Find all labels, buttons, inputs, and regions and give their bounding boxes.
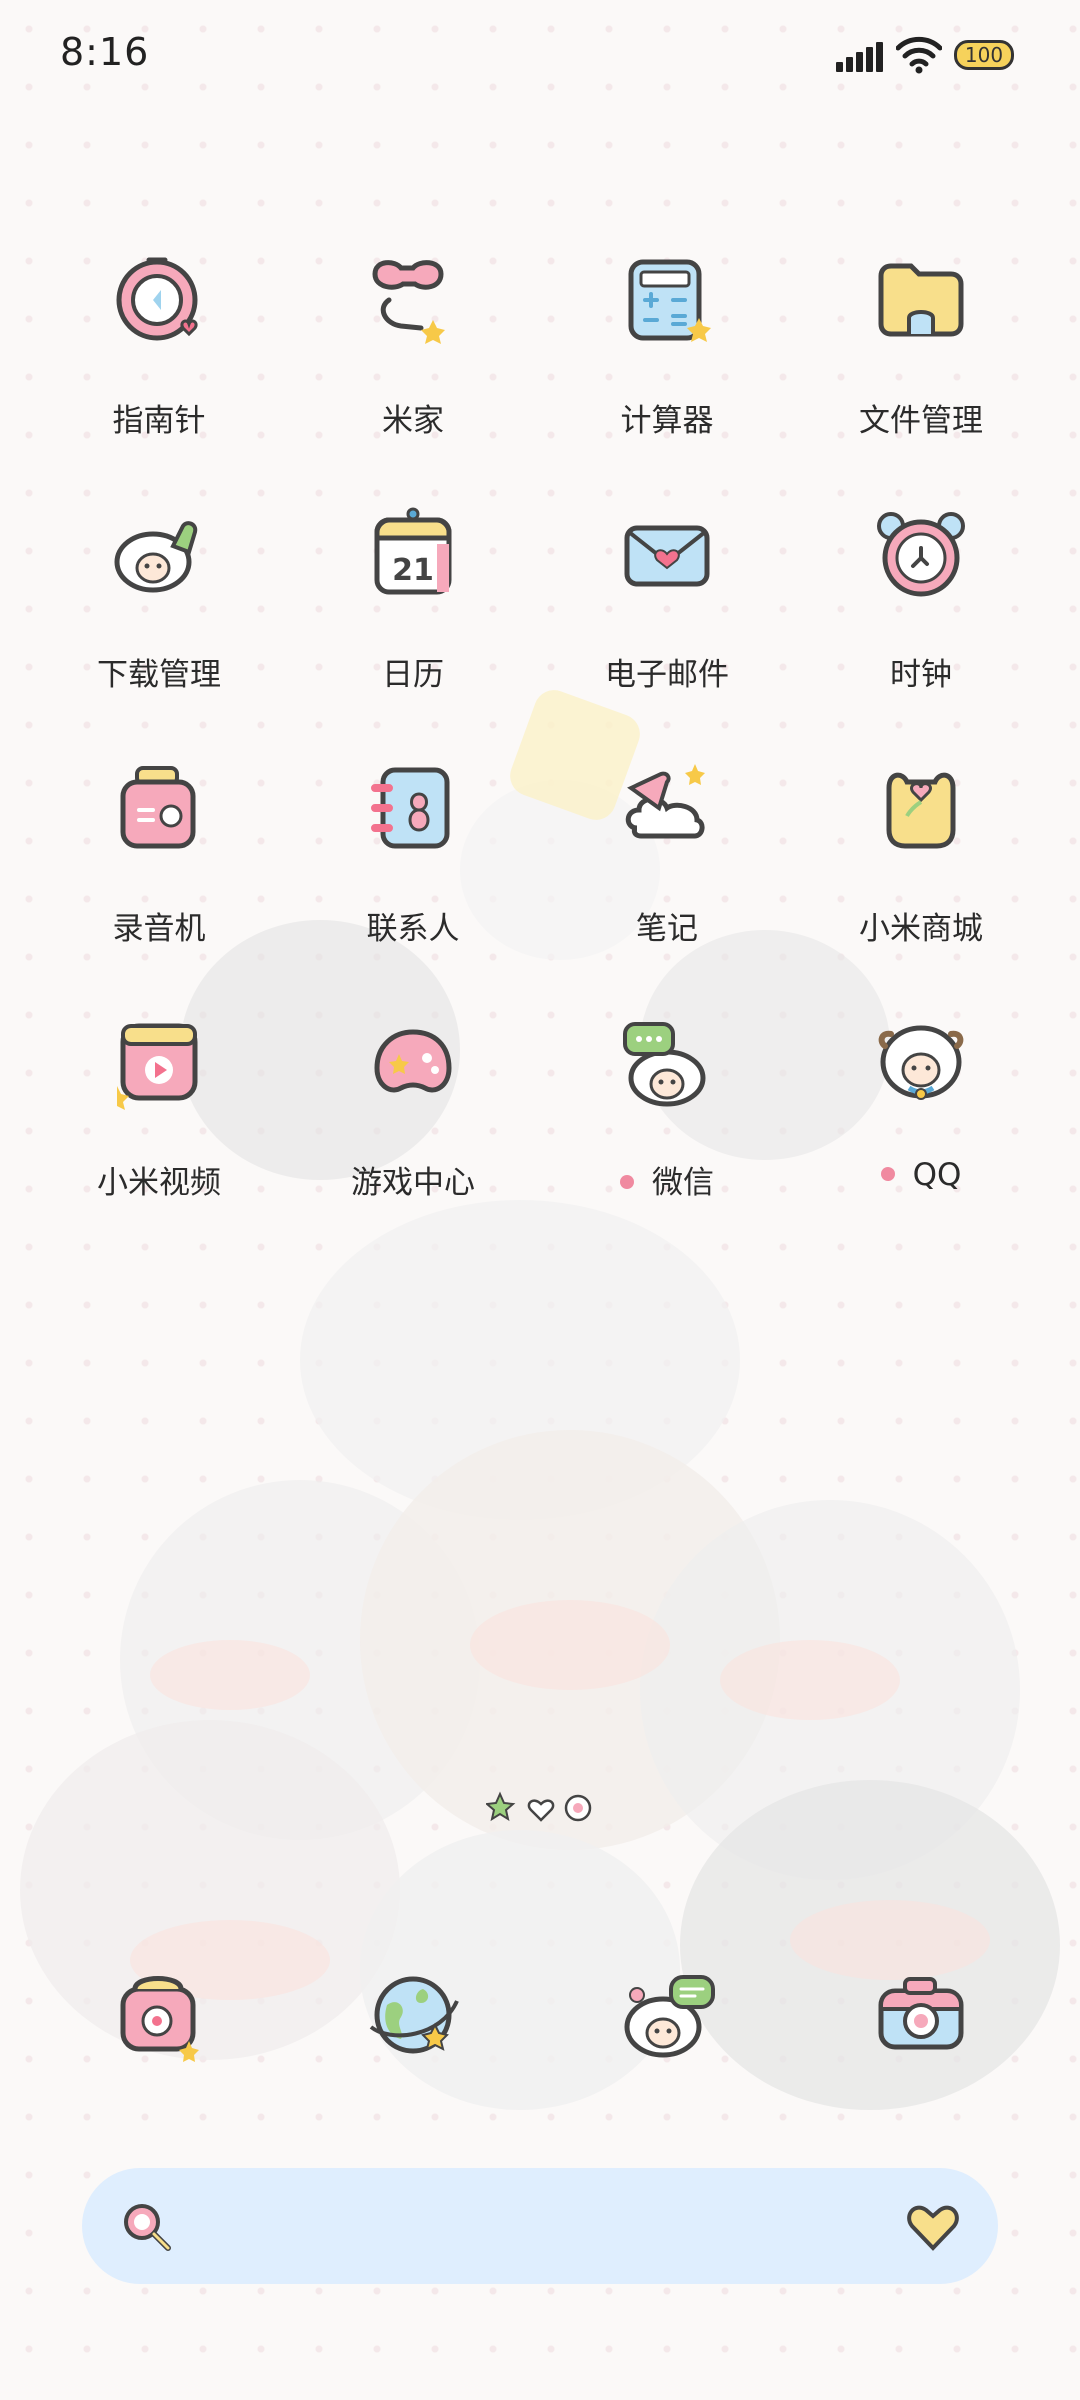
compass-icon	[116, 257, 198, 341]
app-file-manager[interactable]: 文件管理	[794, 250, 1048, 504]
app-label: 录音机	[112, 911, 206, 947]
app-label: 微信	[540, 1157, 794, 1202]
calendar-date: 21	[392, 553, 434, 588]
status-time: 8:16	[60, 30, 150, 74]
app-recorder[interactable]: 录音机	[32, 758, 286, 1012]
app-calculator[interactable]: 计算器	[540, 250, 794, 504]
page-indicator[interactable]	[486, 1790, 596, 1826]
calculator-icon	[628, 259, 711, 342]
app-qq[interactable]: QQ	[794, 1012, 1048, 1266]
app-download-manager[interactable]: 下载管理	[32, 504, 286, 758]
battery-icon: 100	[954, 40, 1014, 70]
wifi-icon	[896, 36, 942, 74]
game-center-icon	[374, 1029, 452, 1093]
app-label: QQ	[794, 1157, 1048, 1193]
app-label: 指南针	[112, 403, 206, 439]
app-mi-store[interactable]: 小米商城	[794, 758, 1048, 1012]
messages-icon[interactable]	[617, 1965, 717, 2065]
new-badge-dot	[620, 1174, 634, 1189]
mi-video-icon	[117, 1023, 198, 1110]
notes-icon	[625, 764, 705, 839]
camera-icon[interactable]	[871, 1965, 971, 2065]
app-label: 电子邮件	[605, 657, 729, 693]
app-label: 小米视频	[97, 1165, 221, 1201]
status-bar: 8:16 100	[0, 0, 1080, 110]
app-label: 计算器	[620, 403, 714, 439]
app-label: 游戏中心	[351, 1165, 475, 1201]
app-game-center[interactable]: 游戏中心	[286, 1012, 540, 1266]
flower-page-icon	[564, 1794, 592, 1822]
heart-page-icon	[527, 1799, 555, 1822]
app-label: 下载管理	[97, 657, 221, 693]
app-compass[interactable]: 指南针	[32, 250, 286, 504]
mi-store-icon	[886, 772, 956, 849]
app-calendar[interactable]: 21 日历	[286, 504, 540, 758]
mi-home-icon	[372, 260, 445, 344]
search-bar[interactable]	[82, 2168, 998, 2284]
app-label: 联系人	[366, 911, 460, 947]
star-page-icon	[486, 1791, 516, 1822]
app-label: 米家	[382, 403, 444, 439]
recorder-icon	[120, 766, 196, 849]
email-icon	[624, 525, 710, 587]
app-mi-video[interactable]: 小米视频	[32, 1012, 286, 1266]
app-label: 时钟	[890, 657, 952, 693]
app-label: 小米商城	[859, 911, 983, 947]
dock	[0, 1965, 1080, 2085]
app-clock[interactable]: 时钟	[794, 504, 1048, 758]
app-label: 日历	[382, 657, 444, 693]
app-email[interactable]: 电子邮件	[540, 504, 794, 758]
signal-icon	[836, 42, 883, 72]
browser-icon[interactable]	[363, 1965, 463, 2065]
calendar-icon: 21	[374, 507, 452, 595]
search-icon[interactable]	[120, 2200, 176, 2256]
app-wechat[interactable]: 微信	[540, 1012, 794, 1266]
app-label: 笔记	[636, 911, 698, 947]
heart-icon[interactable]	[906, 2202, 960, 2252]
file-manager-icon	[878, 263, 964, 337]
app-label: 文件管理	[859, 403, 983, 439]
download-manager-icon	[114, 521, 198, 593]
phone-icon[interactable]	[109, 1965, 209, 2065]
clock-icon	[877, 512, 965, 597]
contacts-icon	[371, 767, 450, 849]
qq-icon	[878, 1025, 964, 1100]
wechat-icon	[623, 1022, 706, 1107]
app-contacts[interactable]: 联系人	[286, 758, 540, 1012]
app-notes[interactable]: 笔记	[540, 758, 794, 1012]
app-mi-home[interactable]: 米家	[286, 250, 540, 504]
new-badge-dot	[880, 1166, 895, 1181]
